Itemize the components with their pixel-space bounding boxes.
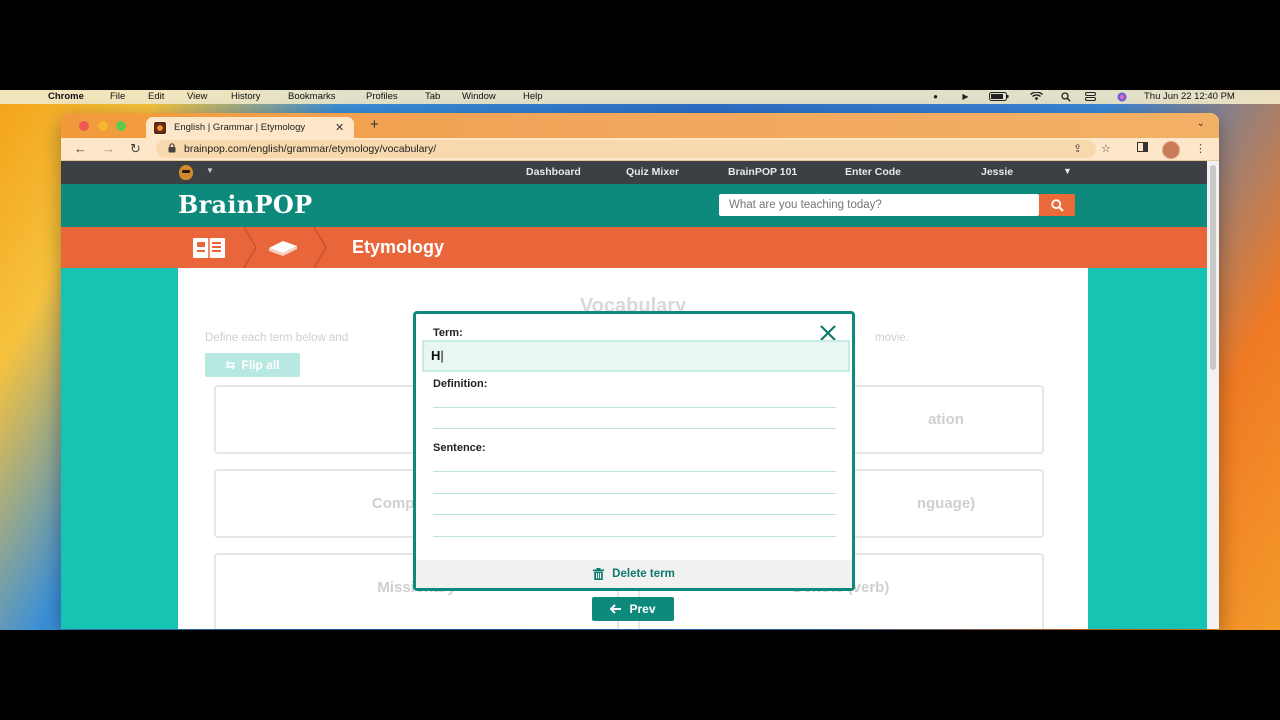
search-button[interactable] [1039,194,1075,216]
address-bar[interactable]: brainpop.com/english/grammar/etymology/v… [156,140,1096,158]
sentence-label: Sentence: [433,442,486,454]
sentence-field[interactable] [433,454,836,539]
macos-menubar: Chrome File Edit View History Bookmarks … [0,90,1280,104]
scrollbar-thumb[interactable] [1210,165,1216,370]
desktop: Chrome File Edit View History Bookmarks … [0,90,1280,630]
close-window-button[interactable] [79,121,89,131]
nav-quiz-mixer[interactable]: Quiz Mixer [626,166,679,178]
close-tab-icon[interactable]: ✕ [335,121,344,134]
definition-field[interactable] [433,390,836,430]
menu-file[interactable]: File [110,91,125,102]
browser-tab[interactable]: English | Grammar | Etymology ✕ [146,117,354,138]
menu-bookmarks[interactable]: Bookmarks [288,91,336,102]
play-icon[interactable]: ▶ [960,92,971,101]
definition-line [433,428,836,429]
sentence-line [433,536,836,537]
control-center-icon[interactable] [1085,92,1096,101]
lock-icon[interactable] [168,143,176,155]
vocab-card-term: ation [928,411,964,428]
back-arrow-icon[interactable]: ← [74,141,87,156]
trash-icon [593,568,605,580]
menu-window[interactable]: Window [462,91,496,102]
menu-view[interactable]: View [187,91,207,102]
prev-label: Prev [629,602,656,616]
zoom-window-button[interactable] [116,121,126,131]
nav-enter-code[interactable]: Enter Code [845,166,901,178]
term-input[interactable]: H| [422,340,850,372]
prev-button[interactable]: Prev [592,597,674,621]
siri-icon[interactable] [1116,92,1127,101]
user-menu-chevron-icon[interactable]: ▼ [1063,166,1072,176]
instructions-text-end: movie. [875,332,909,344]
topic-breadcrumb: Etymology [61,227,1207,268]
minimize-window-button[interactable] [98,121,108,131]
closed-book-icon[interactable] [266,237,300,259]
menu-app-name[interactable]: Chrome [48,91,84,102]
nav-brainpop-101[interactable]: BrainPOP 101 [728,166,797,178]
reload-icon[interactable]: ↻ [130,141,141,157]
topic-title[interactable]: Etymology [352,237,444,258]
term-input-value: H [431,348,441,363]
wifi-icon[interactable] [1029,92,1043,101]
logo-dropdown-icon[interactable]: ▼ [206,166,214,175]
menu-help[interactable]: Help [523,91,543,102]
sentence-line [433,471,836,472]
book-icon[interactable] [192,237,226,259]
url-text[interactable]: brainpop.com/english/grammar/etymology/v… [184,143,436,155]
brainpop-logo[interactable]: BrainPOP [178,190,312,219]
share-icon[interactable]: ⇪ [1073,142,1082,155]
page-scrollbar[interactable] [1207,161,1219,629]
sentence-line [433,493,836,494]
menu-profiles[interactable]: Profiles [366,91,398,102]
tab-title: English | Grammar | Etymology [174,122,306,133]
edit-term-modal: Term: H| Definition: Sentence: Delete te… [413,311,855,591]
sentence-line [433,514,836,515]
definition-label: Definition: [433,378,488,390]
forward-arrow-icon[interactable]: → [102,141,115,156]
battery-icon[interactable] [988,92,1010,101]
vocab-card-term: nguage) [916,495,976,512]
profile-avatar[interactable] [1162,141,1180,159]
flip-all-label: Flip all [241,358,280,372]
nav-user-name[interactable]: Jessie [981,166,1013,178]
chrome-window: English | Grammar | Etymology ✕ + ⌄ ← → … [61,113,1219,629]
breadcrumb-chevron-icon [313,227,327,268]
flip-icon: ⇆ [225,358,236,372]
moby-robot-icon[interactable] [179,165,193,180]
brand-header: BrainPOP [61,184,1207,227]
nav-dashboard[interactable]: Dashboard [526,166,581,178]
tab-search-chevron-icon[interactable]: ⌄ [1197,118,1205,129]
web-page: ▼ Dashboard Quiz Mixer BrainPOP 101 Ente… [61,161,1207,629]
definition-line [433,407,836,408]
delete-term-label: Delete term [612,568,675,580]
menubar-clock[interactable]: Thu Jun 22 12:40 PM [1144,91,1235,102]
search-icon [1050,198,1064,212]
breadcrumb-chevron-icon [243,227,257,268]
term-label: Term: [433,327,463,339]
side-panel-icon[interactable] [1137,142,1148,155]
text-cursor: | [440,348,444,363]
menu-history[interactable]: History [231,91,261,102]
menu-edit[interactable]: Edit [148,91,164,102]
toolbar: ← → ↻ brainpop.com/english/grammar/etymo… [61,138,1219,161]
flip-all-button[interactable]: ⇆ Flip all [205,353,300,377]
new-tab-icon[interactable]: + [370,116,379,133]
microphone-icon[interactable]: ● [930,92,941,101]
delete-term-button[interactable]: Delete term [416,560,852,588]
menu-tab[interactable]: Tab [425,91,440,102]
brainpop-favicon-icon [154,121,166,134]
arrow-left-icon [610,604,622,614]
spotlight-search-icon[interactable] [1060,91,1071,102]
kebab-menu-icon[interactable]: ⋮ [1195,142,1206,155]
top-navigation: ▼ Dashboard Quiz Mixer BrainPOP 101 Ente… [61,161,1207,184]
tab-strip: English | Grammar | Etymology ✕ + ⌄ [61,113,1219,138]
instructions-text: Define each term below and [205,332,349,344]
bookmark-star-icon[interactable]: ☆ [1101,142,1111,155]
search-input[interactable] [719,194,1039,216]
